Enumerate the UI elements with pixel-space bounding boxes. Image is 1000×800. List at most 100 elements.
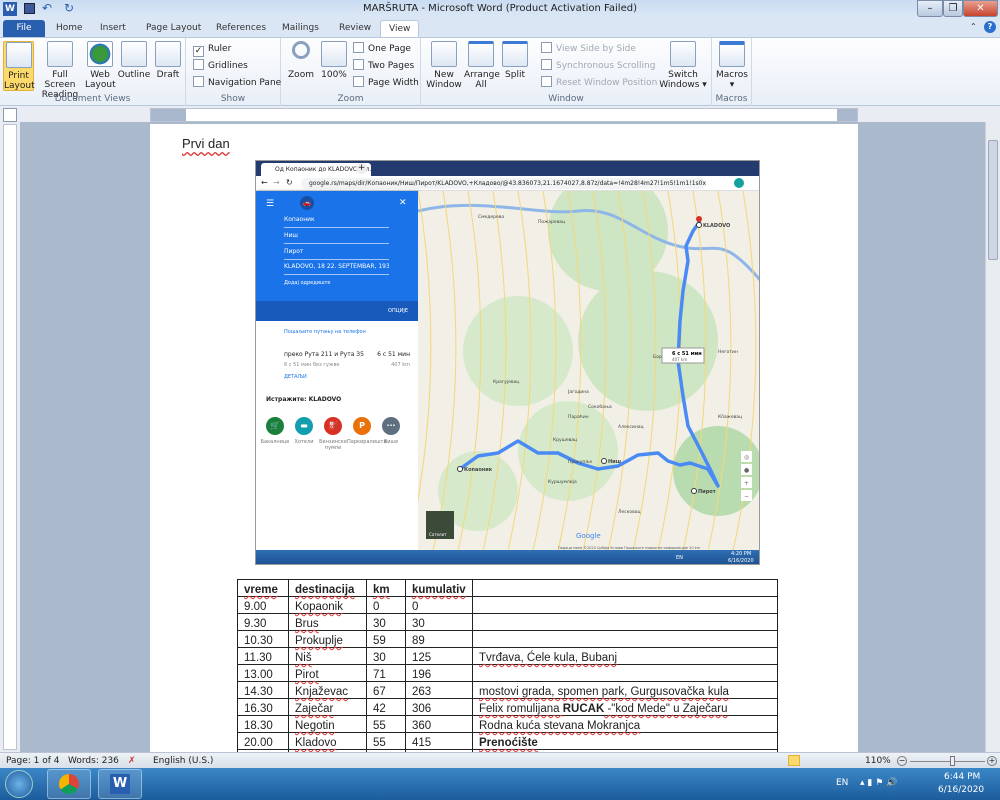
table-cell[interactable]: Kopaonik	[288, 596, 367, 614]
full-screen-reading-button[interactable]: Full Screen Reading	[36, 41, 84, 100]
table-cell[interactable]: 9.00	[237, 596, 289, 614]
arrange-all-button[interactable]: Arrange All	[464, 41, 500, 90]
tab-selector[interactable]	[3, 108, 17, 122]
proofing-icon[interactable]: ✗	[128, 756, 136, 766]
clock-time[interactable]: 6:44 PM	[944, 772, 980, 782]
table-cell[interactable]: Prenoćište	[472, 732, 778, 750]
table-cell[interactable]: 360	[405, 715, 473, 733]
tab-page-layout[interactable]: Page Layout	[138, 20, 209, 38]
table-cell[interactable]: Tvrđava, Ćele kula, Bubanj	[472, 647, 778, 665]
help-icon[interactable]: ?	[984, 21, 996, 33]
table-cell[interactable]: Kladovo	[288, 732, 367, 750]
tab-insert[interactable]: Insert	[92, 20, 134, 38]
table-cell[interactable]: 306	[405, 698, 473, 716]
table-cell[interactable]: 13.00	[237, 664, 289, 682]
table-cell[interactable]: Felix romulijana RUCAK -"kod Mede" u Zaj…	[472, 698, 778, 716]
gridlines-checkbox[interactable]: Gridlines	[193, 58, 248, 74]
table-cell[interactable]: 11.30	[237, 647, 289, 665]
header-cell[interactable]	[472, 579, 778, 597]
zoom-slider[interactable]	[910, 761, 985, 762]
table-cell[interactable]: 30	[366, 647, 406, 665]
table-cell[interactable]: 16.30	[237, 698, 289, 716]
minimize-ribbon-icon[interactable]: ⌃	[970, 22, 977, 31]
close-button[interactable]: ✕	[963, 0, 998, 17]
table-cell[interactable]: 14.30	[237, 681, 289, 699]
draft-button[interactable]: Draft	[153, 41, 183, 80]
table-cell[interactable]	[472, 613, 778, 631]
zoom-100-button[interactable]: 100%	[319, 41, 349, 80]
synchronous-scrolling-button[interactable]: Synchronous Scrolling	[541, 58, 655, 74]
page-count[interactable]: Page: 1 of 4	[6, 756, 60, 766]
web-layout-button[interactable]: Web Layout	[85, 41, 116, 90]
table-cell[interactable]: Knjaževac	[288, 681, 367, 699]
page[interactable]: Prvi dan Од Копаоник до KLADOVO, Кл... +…	[150, 124, 858, 752]
outline-button[interactable]: Outline	[117, 41, 151, 80]
header-cell[interactable]: destinacija	[288, 579, 367, 597]
horizontal-ruler[interactable]	[150, 108, 858, 122]
tray-icons[interactable]: ▴ ▮ ⚑ 🔊	[860, 778, 897, 788]
table-cell[interactable]: Prokuplje	[288, 630, 367, 648]
tab-home[interactable]: Home	[48, 20, 91, 38]
language[interactable]: English (U.S.)	[153, 756, 213, 766]
tab-file[interactable]: File	[3, 20, 45, 38]
tab-view[interactable]: View	[380, 20, 419, 38]
zoom-slider-thumb[interactable]	[950, 756, 955, 766]
view-side-by-side-button[interactable]: View Side by Side	[541, 41, 636, 57]
zoom-level[interactable]: 110%	[865, 756, 891, 766]
table-cell[interactable]: Zaječar	[288, 698, 367, 716]
table-cell[interactable]	[472, 664, 778, 682]
chrome-taskbar-button[interactable]	[47, 769, 91, 799]
table-cell[interactable]	[472, 630, 778, 648]
table-cell[interactable]: 55	[366, 715, 406, 733]
table-cell[interactable]: Niš	[288, 647, 367, 665]
macros-button[interactable]: Macros ▾	[716, 41, 748, 90]
word-taskbar-button[interactable]: W	[98, 769, 142, 799]
table-cell[interactable]: Negotin	[288, 715, 367, 733]
print-layout-button[interactable]: Print Layout	[3, 41, 35, 91]
word-count[interactable]: Words: 236	[68, 756, 119, 766]
ruler-checkbox[interactable]: ✓ Ruler	[193, 41, 231, 57]
table-cell[interactable]: Rodna kuća stevana Mokranjca	[472, 715, 778, 733]
table-cell[interactable]: 59	[366, 630, 406, 648]
table-cell[interactable]: 20.00	[237, 732, 289, 750]
input-language[interactable]: EN	[836, 778, 848, 788]
two-pages-button[interactable]: Two Pages	[353, 58, 414, 74]
vertical-ruler[interactable]	[3, 124, 17, 750]
table-cell[interactable]: 67	[366, 681, 406, 699]
start-button[interactable]	[5, 770, 33, 798]
minimize-button[interactable]: –	[917, 0, 943, 17]
table-cell[interactable]: 0	[366, 596, 406, 614]
table-cell[interactable]: 9.30	[237, 613, 289, 631]
table-cell[interactable]: 42	[366, 698, 406, 716]
table-cell[interactable]: 196	[405, 664, 473, 682]
zoom-button[interactable]: Zoom	[286, 41, 316, 80]
tab-mailings[interactable]: Mailings	[274, 20, 327, 38]
header-cell[interactable]: vreme	[237, 579, 289, 597]
table-cell[interactable]: Pirot	[288, 664, 367, 682]
split-button[interactable]: Split	[501, 41, 529, 80]
scrollbar-thumb[interactable]	[988, 140, 998, 260]
table-cell[interactable]: 55	[366, 732, 406, 750]
table-cell[interactable]: 415	[405, 732, 473, 750]
print-layout-view-icon[interactable]	[788, 755, 800, 766]
reset-window-position-button[interactable]: Reset Window Position	[541, 75, 657, 91]
switch-windows-button[interactable]: Switch Windows ▾	[659, 41, 707, 90]
page-width-button[interactable]: Page Width	[353, 75, 419, 91]
zoom-in-icon[interactable]: +	[987, 756, 997, 766]
tab-references[interactable]: References	[208, 20, 274, 38]
table-cell[interactable]: Brus	[288, 613, 367, 631]
zoom-out-icon[interactable]: −	[897, 756, 907, 766]
table-cell[interactable]: 263	[405, 681, 473, 699]
restore-button[interactable]: ❐	[943, 0, 963, 17]
table-cell[interactable]: 18.30	[237, 715, 289, 733]
table-cell[interactable]: 30	[366, 613, 406, 631]
table-cell[interactable]: 0	[405, 596, 473, 614]
tab-review[interactable]: Review	[331, 20, 379, 38]
table-cell[interactable]: 71	[366, 664, 406, 682]
new-window-button[interactable]: New Window	[425, 41, 463, 90]
header-cell[interactable]: km	[366, 579, 406, 597]
table-cell[interactable]: 30	[405, 613, 473, 631]
one-page-button[interactable]: One Page	[353, 41, 411, 57]
table-cell[interactable]: 125	[405, 647, 473, 665]
table-cell[interactable]: 10.30	[237, 630, 289, 648]
